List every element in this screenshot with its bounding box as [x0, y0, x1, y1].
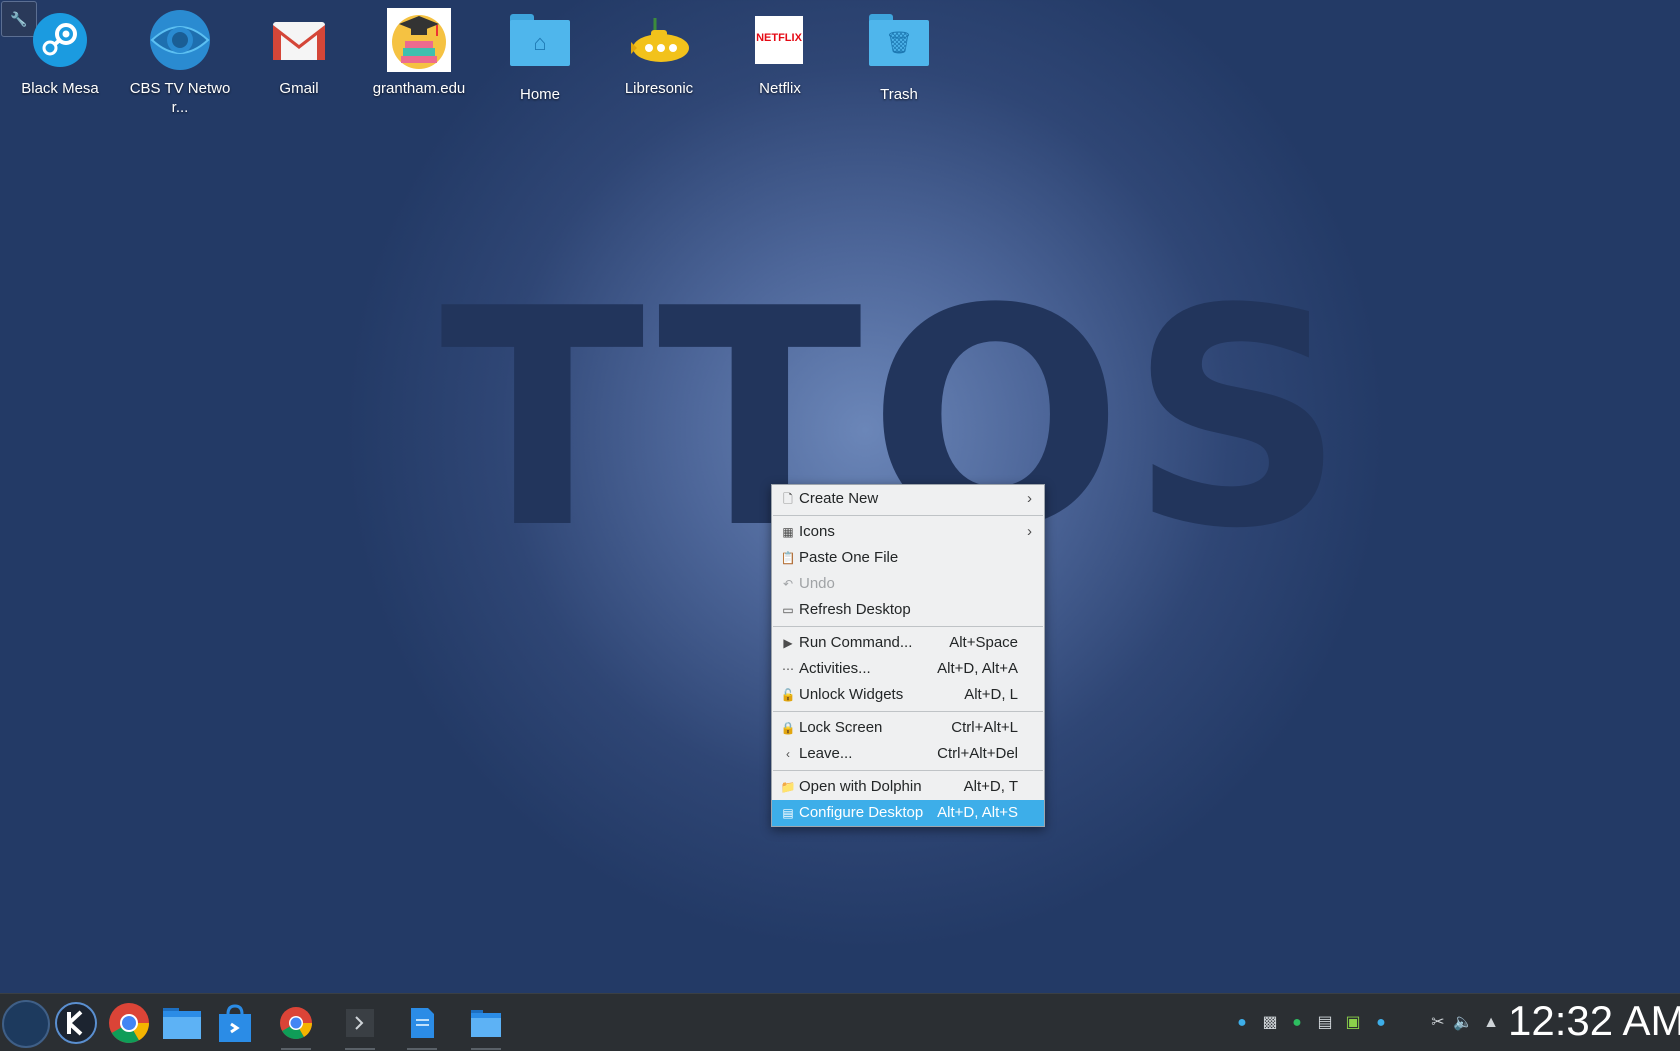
- taskbar-window-text-editor[interactable]: [401, 1002, 443, 1050]
- shortcut-label: Alt+D, L: [964, 686, 1018, 703]
- shortcut-label: Ctrl+Alt+L: [951, 719, 1018, 736]
- menu-item-refresh-desktop[interactable]: ▭ Refresh Desktop: [772, 597, 1044, 623]
- desktop-icon-label: Black Mesa: [21, 80, 99, 97]
- chrome-icon: [280, 1007, 313, 1040]
- run-command-icon: ▶: [783, 636, 793, 650]
- taskbar-app-discover[interactable]: [214, 1002, 256, 1044]
- desktop-icon-label: grantham.edu: [372, 80, 466, 97]
- terminal-icon: [346, 1009, 374, 1037]
- desktop-icon-home[interactable]: ⌂ Home: [485, 8, 595, 104]
- desktop-icon-cbs[interactable]: CBS TV Networ...: [125, 8, 235, 117]
- desktop-context-menu: 🗋 Create New › ▦ Icons › 📋 Paste One Fil…: [771, 484, 1045, 827]
- network-icon[interactable]: ▣: [1342, 1012, 1364, 1034]
- chevron-right-icon: ›: [1027, 523, 1032, 540]
- clipboard-icon: 📋: [780, 551, 796, 565]
- leave-icon: ‹: [786, 747, 790, 761]
- desktop-icon-netflix[interactable]: NETFLIX Netflix: [725, 8, 835, 98]
- desktop-icon-label: Netflix: [759, 80, 801, 97]
- netflix-icon: NETFLIX: [748, 8, 812, 72]
- scissors-icon[interactable]: ✂: [1427, 1012, 1449, 1034]
- graduation-icon: [387, 8, 451, 72]
- clock[interactable]: 12:32 AM: [1508, 996, 1680, 1046]
- taskbar-window-dolphin[interactable]: [465, 1002, 507, 1050]
- desktop-icon-label: Gmail: [279, 80, 319, 97]
- gmail-icon: [267, 8, 331, 72]
- new-document-icon: 🗋: [783, 492, 793, 506]
- menu-item-lock-screen[interactable]: 🔒 Lock Screen Ctrl+Alt+L: [772, 715, 1044, 741]
- taskbar-app-file-manager[interactable]: [161, 1002, 203, 1044]
- menu-item-configure-desktop[interactable]: ▤ Configure Desktop Alt+D, Alt+S: [772, 800, 1044, 826]
- icons-grid-icon: ▦: [782, 525, 794, 539]
- taskbar-app-kdenlive[interactable]: [55, 1002, 97, 1044]
- application-launcher-button[interactable]: [2, 1000, 50, 1048]
- chrome-icon: [109, 1003, 149, 1043]
- menu-item-activities[interactable]: ⋯ Activities... Alt+D, Alt+A: [772, 656, 1044, 682]
- lock-icon: 🔒: [780, 721, 796, 735]
- menu-item-open-with-dolphin[interactable]: 📁 Open with Dolphin Alt+D, T: [772, 774, 1044, 800]
- shopping-bag-icon: [219, 1004, 251, 1042]
- refresh-desktop-icon: ▭: [782, 603, 794, 617]
- folder-icon: [163, 1008, 201, 1039]
- cbs-icon: [148, 8, 212, 72]
- configure-desktop-icon: ▤: [782, 806, 794, 820]
- activities-icon: ⋯: [782, 662, 794, 676]
- taskbar-window-terminal[interactable]: [339, 1002, 381, 1050]
- steam-icon: [28, 8, 92, 72]
- document-icon: [411, 1008, 434, 1038]
- menu-item-run-command[interactable]: ▶ Run Command... Alt+Space: [772, 630, 1044, 656]
- dolphin-folder-icon: 📁: [780, 780, 796, 794]
- accessibility-icon[interactable]: ●: [1231, 1012, 1253, 1034]
- desktop-icon-grantham[interactable]: grantham.edu: [364, 8, 474, 98]
- evernote-icon[interactable]: ●: [1286, 1012, 1308, 1034]
- trash-folder-icon: 🗑: [867, 14, 931, 78]
- desktop-icon-black-mesa[interactable]: Black Mesa: [5, 8, 115, 98]
- menu-item-undo[interactable]: ↶ Undo: [772, 571, 1044, 597]
- submarine-icon: [627, 8, 691, 72]
- menu-item-create-new[interactable]: 🗋 Create New ›: [772, 486, 1044, 512]
- desktop-icon-label: CBS TV Networ...: [129, 80, 231, 116]
- accessibility-2-icon[interactable]: ●: [1370, 1012, 1392, 1034]
- shortcut-label: Ctrl+Alt+Del: [937, 745, 1018, 762]
- desktop-icon-trash[interactable]: 🗑 Trash: [844, 8, 954, 104]
- desktop-icon-label: Libresonic: [624, 80, 694, 97]
- undo-icon: ↶: [782, 577, 794, 591]
- taskbar-app-chrome[interactable]: [108, 1002, 150, 1044]
- kdenlive-icon: [55, 1002, 97, 1044]
- expand-tray-icon[interactable]: ▲: [1480, 1012, 1502, 1034]
- home-folder-icon: ⌂: [508, 14, 572, 78]
- desktop-icon-gmail[interactable]: Gmail: [244, 8, 354, 98]
- menu-item-icons[interactable]: ▦ Icons ›: [772, 519, 1044, 545]
- taskbar-panel: ● ▩ ● ▤ ▣ ● ✂ 🔈 ▲ 12:32 AM: [0, 993, 1680, 1051]
- desktop-icon-label: Trash: [880, 86, 918, 103]
- unlock-icon: 🔓: [780, 688, 796, 702]
- desktop-icons: Black Mesa CBS TV Networ... Gmail granth…: [0, 8, 960, 128]
- menu-item-paste-one-file[interactable]: 📋 Paste One File: [772, 545, 1044, 571]
- shortcut-label: Alt+D, Alt+S: [937, 804, 1018, 821]
- menu-item-leave[interactable]: ‹ Leave... Ctrl+Alt+Del: [772, 741, 1044, 767]
- shortcut-label: Alt+D, Alt+A: [937, 660, 1018, 677]
- taskbar-window-chrome[interactable]: [275, 1002, 317, 1050]
- menu-item-unlock-widgets[interactable]: 🔓 Unlock Widgets Alt+D, L: [772, 682, 1044, 708]
- drive-icon[interactable]: ▤: [1314, 1012, 1336, 1034]
- usb-device-icon[interactable]: ▩: [1259, 1012, 1281, 1034]
- shortcut-label: Alt+Space: [949, 634, 1018, 651]
- shortcut-label: Alt+D, T: [963, 778, 1018, 795]
- folder-icon: [471, 1010, 501, 1037]
- desktop-icon-label: Home: [519, 86, 560, 103]
- volume-icon[interactable]: 🔈: [1452, 1012, 1474, 1034]
- chevron-right-icon: ›: [1027, 490, 1032, 507]
- desktop-icon-libresonic[interactable]: Libresonic: [604, 8, 714, 98]
